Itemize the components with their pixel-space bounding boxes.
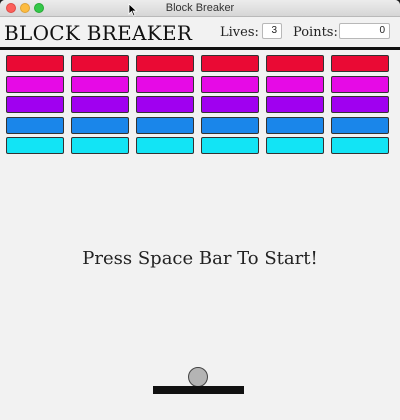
brick	[6, 55, 64, 72]
brick	[71, 75, 129, 93]
ball	[188, 367, 208, 387]
brick	[136, 116, 194, 134]
brick	[266, 75, 324, 93]
header-divider	[0, 47, 400, 50]
brick	[331, 55, 389, 72]
brick	[266, 55, 324, 72]
brick	[266, 96, 324, 113]
brick	[201, 75, 259, 93]
brick	[71, 96, 129, 113]
window-title: Block Breaker	[165, 2, 235, 14]
brick	[201, 96, 259, 113]
game-window: Block Breaker BLOCK BREAKER Lives: 3 Poi…	[0, 0, 400, 420]
brick	[136, 137, 194, 154]
lives-label: Lives:	[220, 25, 259, 40]
brick	[6, 137, 64, 154]
start-message: Press Space Bar To Start!	[82, 248, 318, 269]
brick	[71, 55, 129, 72]
brick	[331, 75, 389, 93]
game-title: BLOCK BREAKER	[4, 21, 193, 45]
brick	[266, 116, 324, 134]
lives-value: 3	[262, 23, 282, 39]
brick	[136, 75, 194, 93]
brick	[331, 116, 389, 134]
brick	[201, 137, 259, 154]
brick	[6, 96, 64, 113]
brick	[6, 116, 64, 134]
title-bar: Block Breaker	[0, 0, 400, 17]
brick	[331, 96, 389, 113]
points-label: Points:	[293, 25, 338, 40]
brick	[201, 55, 259, 72]
paddle[interactable]	[153, 386, 244, 394]
brick	[266, 137, 324, 154]
brick	[331, 137, 389, 154]
mouse-cursor-icon	[128, 3, 138, 17]
points-value: 0	[339, 23, 390, 39]
brick	[136, 55, 194, 72]
brick	[6, 75, 64, 93]
brick	[136, 96, 194, 113]
brick	[201, 116, 259, 134]
brick	[71, 116, 129, 134]
brick	[71, 137, 129, 154]
